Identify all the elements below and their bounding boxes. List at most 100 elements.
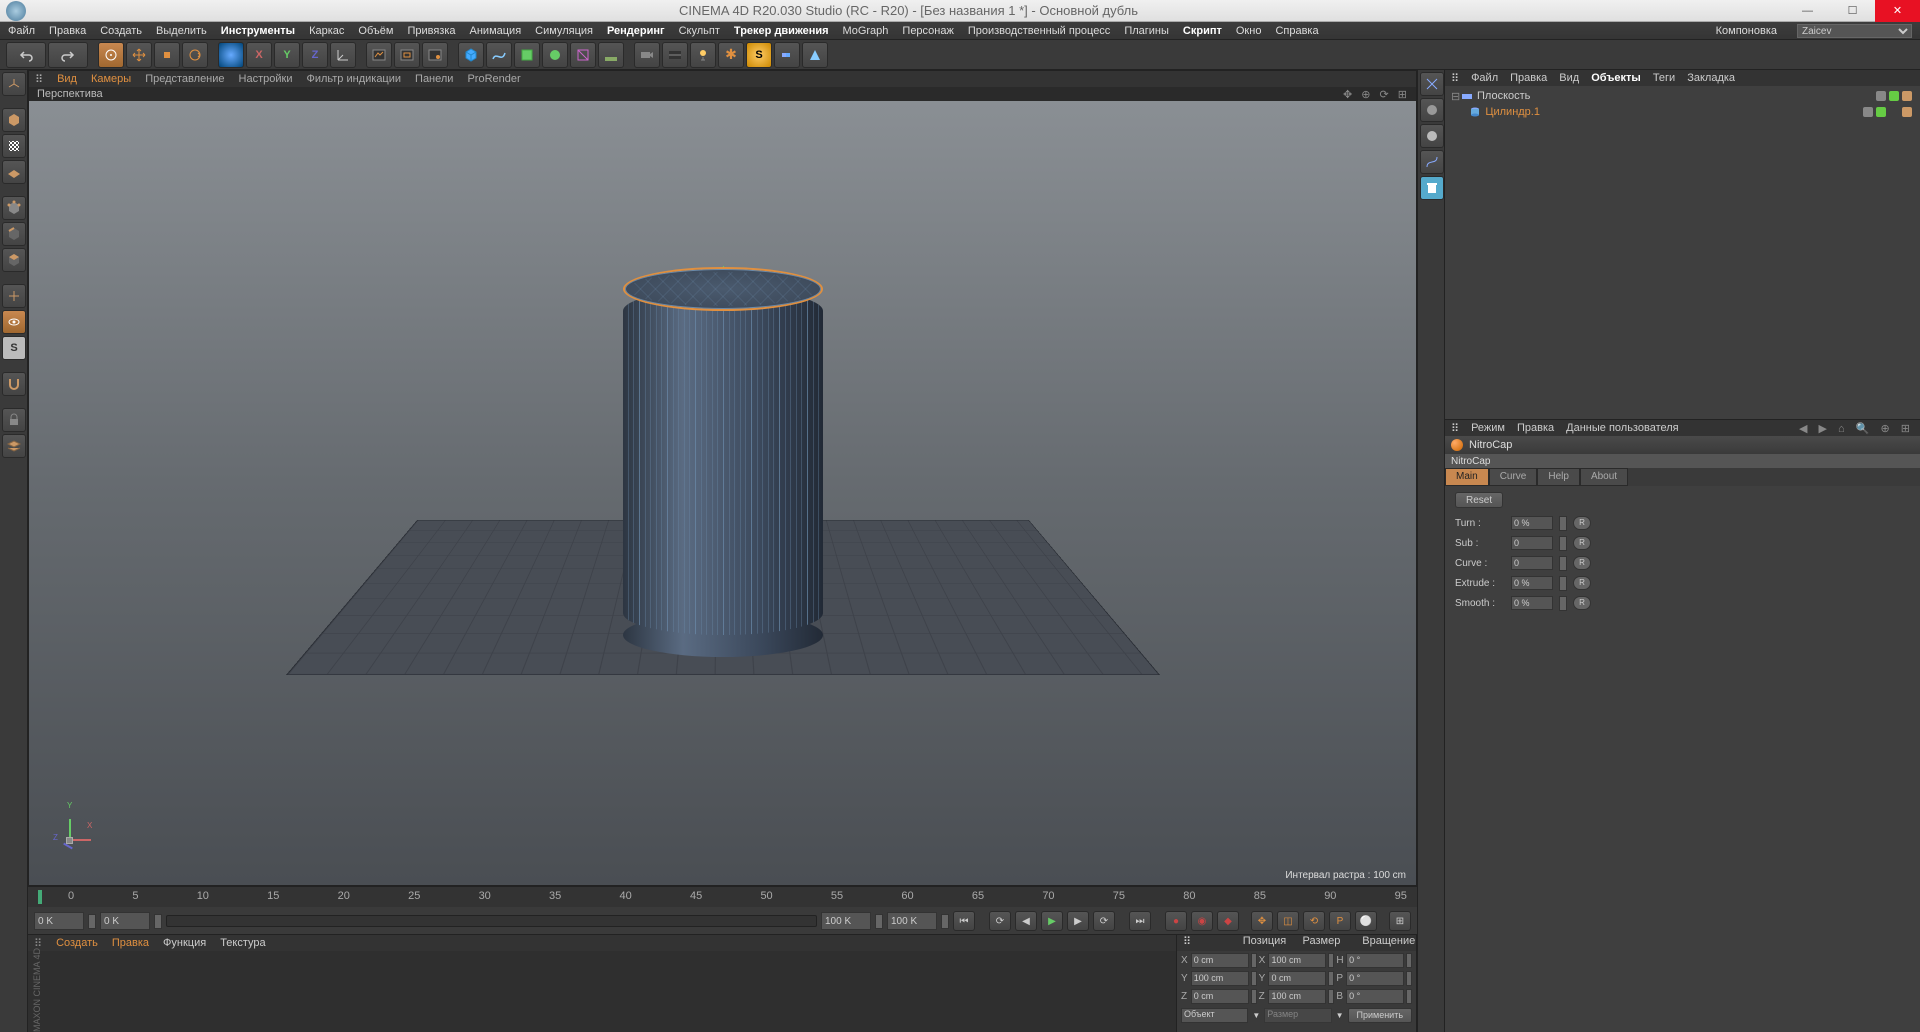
stepper-icon[interactable] (1559, 596, 1567, 611)
stepper-icon[interactable] (1328, 971, 1334, 986)
grip-icon[interactable]: ⠿ (1177, 935, 1237, 951)
snap-icon[interactable]: S (2, 336, 26, 360)
pos-input[interactable] (1191, 953, 1249, 968)
menu-Инструменты[interactable]: Инструменты (221, 25, 295, 37)
menu-Привязка[interactable]: Привязка (407, 25, 455, 37)
scale-tool-icon[interactable] (154, 42, 180, 68)
viewport-nav-icons[interactable]: ✥ ⊕ ⟳ ⊞ (1343, 88, 1416, 101)
stepper-icon[interactable] (154, 914, 162, 929)
apply-button[interactable]: Применить (1348, 1008, 1413, 1023)
pos-key-icon[interactable]: ✥ (1251, 911, 1273, 931)
tag-icon[interactable] (1902, 107, 1912, 117)
axis-x-icon[interactable]: X (246, 42, 272, 68)
pos-input[interactable] (1191, 971, 1249, 986)
object-mode-icon[interactable] (2, 108, 26, 132)
menu-Правка[interactable]: Правка (49, 25, 86, 37)
reset-param-icon[interactable]: R (1573, 596, 1591, 610)
tab-main[interactable]: Main (1445, 468, 1489, 486)
tweak-mode-icon[interactable] (2, 310, 26, 334)
grip-icon[interactable]: ⠿ (1451, 72, 1459, 85)
play-icon[interactable]: ▶ (1041, 911, 1063, 931)
vis-render-icon[interactable] (1876, 107, 1886, 117)
tree-item-label[interactable]: Плоскость (1477, 90, 1530, 102)
stepper-icon[interactable] (1406, 953, 1412, 968)
texture-mode-icon[interactable] (2, 134, 26, 158)
stepper-icon[interactable] (1406, 971, 1412, 986)
vp-menu-Настройки[interactable]: Настройки (239, 73, 293, 85)
select-tool-icon[interactable] (98, 42, 124, 68)
obj-menu-Теги[interactable]: Теги (1653, 72, 1675, 84)
obj-menu-Правка[interactable]: Правка (1510, 72, 1547, 84)
spline-icon[interactable] (486, 42, 512, 68)
param-input[interactable] (1511, 556, 1553, 570)
vp-menu-Представление[interactable]: Представление (145, 73, 224, 85)
axis-mode-icon[interactable] (2, 284, 26, 308)
menu-Каркас[interactable]: Каркас (309, 25, 344, 37)
tab-about[interactable]: About (1580, 468, 1628, 486)
menu-Рендеринг[interactable]: Рендеринг (607, 25, 665, 37)
frame-end-input[interactable] (821, 912, 871, 930)
edge-mode-icon[interactable] (2, 222, 26, 246)
tab-curve[interactable]: Curve (1489, 468, 1538, 486)
param-key-icon[interactable]: P (1329, 911, 1351, 931)
cylinder-object[interactable] (623, 267, 823, 657)
deformer-icon[interactable] (570, 42, 596, 68)
reset-button[interactable]: Reset (1455, 492, 1503, 508)
camera-icon[interactable] (634, 42, 660, 68)
mat-menu-Создать[interactable]: Создать (56, 937, 98, 949)
record-icon[interactable]: ● (1165, 911, 1187, 931)
light-icon[interactable] (690, 42, 716, 68)
model-mode-icon[interactable] (2, 72, 26, 96)
obj-menu-Файл[interactable]: Файл (1471, 72, 1498, 84)
poly-mode-icon[interactable] (2, 248, 26, 272)
play-fwd-icon[interactable]: ⟳ (1093, 911, 1115, 931)
lock-icon[interactable] (2, 408, 26, 432)
vp-tool1-icon[interactable] (1420, 72, 1444, 96)
menu-Плагины[interactable]: Плагины (1124, 25, 1169, 37)
next-frame-icon[interactable]: ▶ (1067, 911, 1089, 931)
stepper-icon[interactable] (1559, 556, 1567, 571)
render-view-icon[interactable] (366, 42, 392, 68)
param-input[interactable] (1511, 536, 1553, 550)
tag-icon[interactable]: ✱ (718, 42, 744, 68)
tree-item-label[interactable]: Цилиндр.1 (1485, 106, 1540, 118)
stepper-icon[interactable] (1328, 953, 1334, 968)
param-input[interactable] (1511, 596, 1553, 610)
mat-menu-Функция[interactable]: Функция (163, 937, 206, 949)
prev-frame-icon[interactable]: ◀ (1015, 911, 1037, 931)
stepper-icon[interactable] (875, 914, 883, 929)
menu-Скрипт[interactable]: Скрипт (1183, 25, 1222, 37)
timeline-ruler[interactable]: 05101520253035404550556065707580859095 (28, 887, 1417, 907)
stepper-icon[interactable] (1559, 536, 1567, 551)
param-input[interactable] (1511, 576, 1553, 590)
coord-mode2-select[interactable]: Размер (1264, 1008, 1331, 1023)
goto-end-icon[interactable]: ⏭ (1129, 911, 1151, 931)
menu-MoGraph[interactable]: MoGraph (843, 25, 889, 37)
obj-menu-Закладка[interactable]: Закладка (1687, 72, 1735, 84)
tag-icon[interactable] (1902, 91, 1912, 101)
point-mode-icon[interactable] (2, 196, 26, 220)
object-tree[interactable]: ⊟Плоскость Цилиндр.1 (1445, 86, 1920, 419)
menu-Окно[interactable]: Окно (1236, 25, 1262, 37)
menu-Анимация[interactable]: Анимация (470, 25, 522, 37)
menu-Объём[interactable]: Объём (358, 25, 393, 37)
coord-mode1-select[interactable]: Объект (1181, 1008, 1248, 1023)
vp-sphere2-icon[interactable] (1420, 124, 1444, 148)
reset-param-icon[interactable]: R (1573, 576, 1591, 590)
vp-menu-Панели[interactable]: Панели (415, 73, 453, 85)
redo-button[interactable] (48, 42, 88, 68)
coord-system-icon[interactable] (330, 42, 356, 68)
menu-Выделить[interactable]: Выделить (156, 25, 207, 37)
mat-menu-Текстура[interactable]: Текстура (220, 937, 265, 949)
goto-start-icon[interactable]: ⏮ (953, 911, 975, 931)
menu-Файл[interactable]: Файл (8, 25, 35, 37)
stepper-icon[interactable] (1559, 516, 1567, 531)
menu-Справка[interactable]: Справка (1275, 25, 1318, 37)
layer-icon[interactable] (2, 434, 26, 458)
layout-select[interactable]: Zaicev (1797, 24, 1912, 38)
stepper-icon[interactable] (941, 914, 949, 929)
keyframe-icon[interactable]: ◆ (1217, 911, 1239, 931)
vp-sphere-icon[interactable] (1420, 98, 1444, 122)
vis-editor-icon[interactable] (1876, 91, 1886, 101)
maximize-button[interactable]: ☐ (1830, 0, 1875, 22)
